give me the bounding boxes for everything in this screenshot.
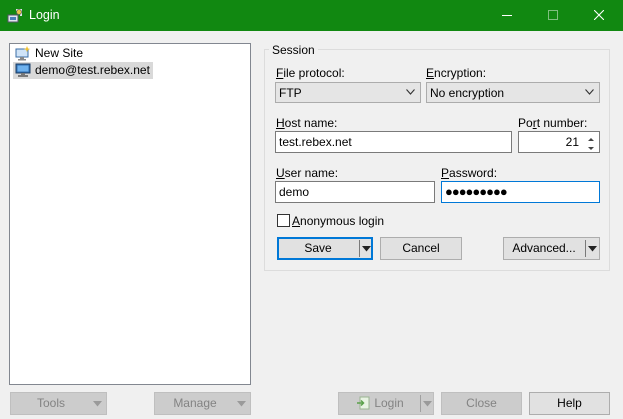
user-name-value: demo [279,185,310,199]
tree-item-new-site[interactable]: New Site [13,45,86,62]
cancel-button[interactable]: Cancel [380,237,462,260]
title-bar: Login [0,0,623,31]
new-site-icon [15,46,31,61]
split-divider [585,240,586,257]
split-divider [359,240,360,257]
winscp-app-icon [7,9,22,23]
file-protocol-value: FTP [279,86,302,100]
chevron-down-icon [588,147,594,150]
close-button[interactable]: Close [441,392,522,415]
maximize-button[interactable] [530,0,576,31]
anonymous-login-checkbox[interactable] [277,214,290,227]
minimize-icon [502,15,512,16]
chevron-down-icon [585,89,594,95]
advanced-button-label: Advanced... [512,241,576,255]
encryption-select[interactable]: No encryption [426,82,600,103]
tree-item-label: demo@test.rebex.net [35,63,150,77]
host-name-value: test.rebex.net [279,135,352,149]
maximize-icon [548,10,558,20]
spin-down-button[interactable] [584,142,598,151]
dropdown-arrow-icon[interactable] [362,246,371,252]
split-divider [420,395,421,412]
password-label: Password: [441,166,498,180]
host-name-label: Host name: [276,116,338,130]
tools-button-label: Tools [36,396,65,410]
port-number-stepper[interactable]: 21 [518,131,600,153]
dropdown-arrow-icon[interactable] [588,246,597,252]
close-button-label: Close [466,396,497,410]
help-button-label: Help [557,396,582,410]
port-spinner [584,133,598,151]
login-button-label: Login [374,396,404,410]
close-window-button[interactable] [576,0,622,31]
save-button-label: Save [304,241,332,255]
tools-button[interactable]: Tools [10,392,107,415]
window-title: Login [29,8,60,22]
tree-item-label: New Site [35,46,84,60]
tree-item-demo-site[interactable]: demo@test.rebex.net [13,62,153,79]
site-tree[interactable]: New Site demo@test.rebex.net [9,43,251,385]
host-name-input[interactable]: test.rebex.net [275,131,512,153]
password-input[interactable]: ●●●●●●●●● [441,181,600,203]
dropdown-arrow-icon [237,401,246,407]
spin-up-button[interactable] [584,133,598,142]
advanced-button[interactable]: Advanced... [503,237,600,260]
dropdown-arrow-icon [93,401,102,407]
login-button[interactable]: Login [338,392,434,415]
user-name-label: User name: [276,166,339,180]
encryption-value: No encryption [430,86,505,100]
port-number-label: Port number: [518,116,588,130]
save-button[interactable]: Save [277,237,373,260]
user-name-input[interactable]: demo [275,181,435,203]
dropdown-arrow-icon [423,401,432,407]
password-value: ●●●●●●●●● [445,184,508,199]
site-computer-icon [15,63,31,77]
minimize-button[interactable] [484,0,530,31]
manage-button-label: Manage [173,396,217,410]
close-icon [594,10,604,20]
anonymous-login-label[interactable]: Anonymous login [292,214,384,228]
chevron-down-icon [406,89,415,95]
manage-button[interactable]: Manage [154,392,251,415]
session-group-title: Session [269,43,318,57]
help-button[interactable]: Help [529,392,610,415]
file-protocol-label: File protocol: [276,66,345,80]
file-protocol-select[interactable]: FTP [275,82,421,103]
port-number-value: 21 [565,135,579,149]
cancel-button-label: Cancel [402,241,440,255]
encryption-label: Encryption: [426,66,487,80]
